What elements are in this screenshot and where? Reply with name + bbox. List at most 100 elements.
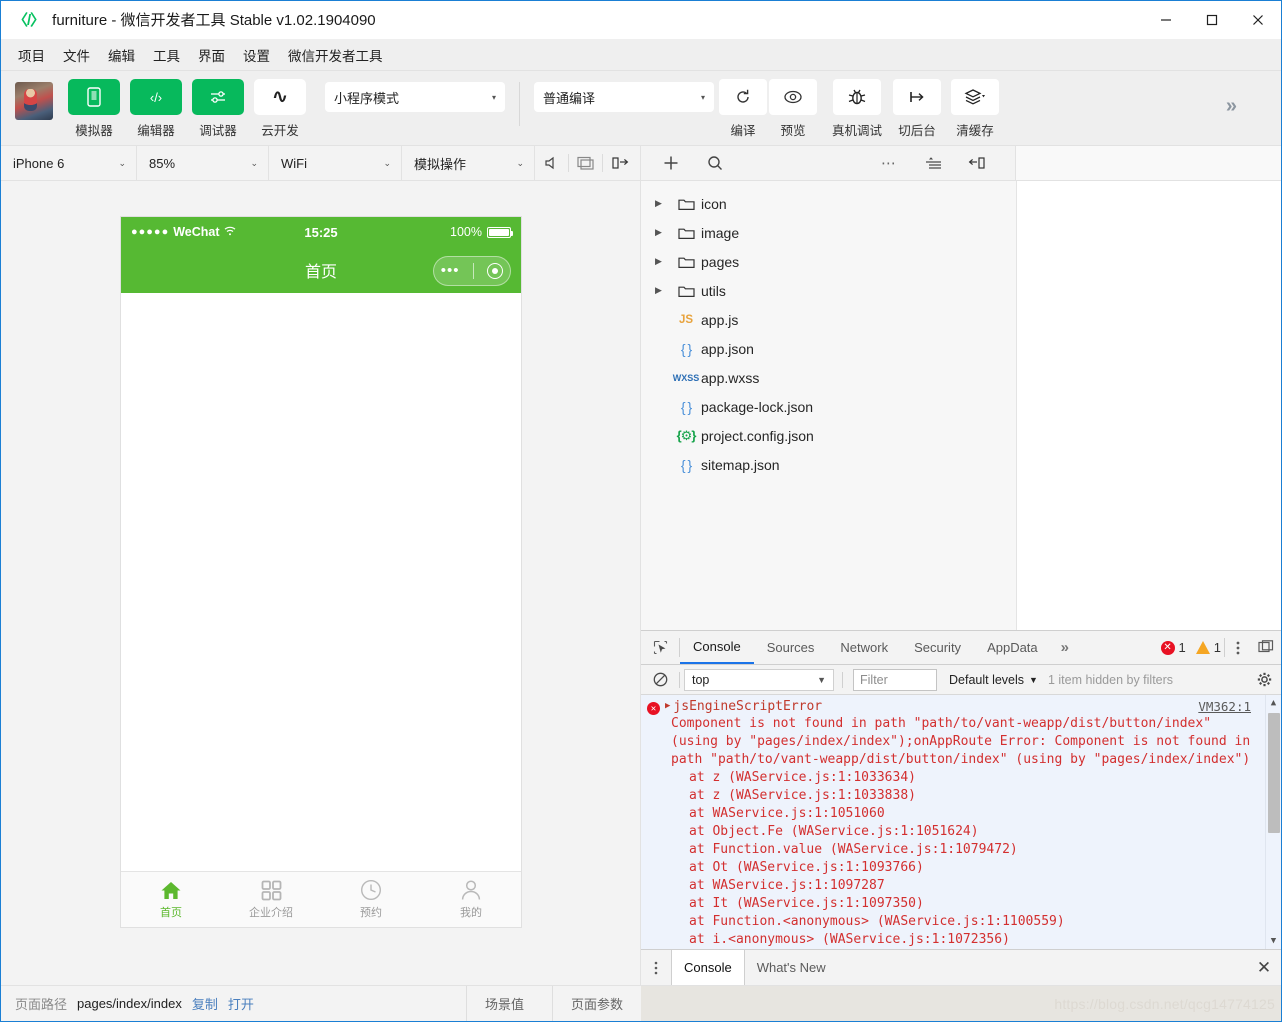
tab-sources[interactable]: Sources <box>754 631 828 664</box>
console-levels-select[interactable]: Default levels ▼ <box>949 673 1038 687</box>
simulator-button[interactable]: 模拟器 <box>67 79 121 139</box>
menu-item-tools[interactable]: 工具 <box>144 40 189 70</box>
kebab-menu-icon[interactable] <box>1225 631 1251 664</box>
inspect-element-icon[interactable] <box>641 631 679 664</box>
toolbar-overflow-icon[interactable]: » <box>1226 95 1237 118</box>
chevron-right-icon[interactable]: ▶ <box>655 285 671 296</box>
console-context-select[interactable]: top ▼ <box>684 668 834 691</box>
simulate-action-select[interactable]: 模拟操作 ⌄ <box>402 145 535 181</box>
tree-file-app-js[interactable]: JS app.js <box>641 305 1016 334</box>
editor-button[interactable]: ‹/› 编辑器 <box>129 79 183 139</box>
tree-file-app-json[interactable]: { } app.json <box>641 334 1016 363</box>
tree-file-app-wxss[interactable]: WXSS app.wxss <box>641 363 1016 392</box>
console-output[interactable]: ✕ ▶ jsEngineScriptError VM362:1 Componen… <box>641 695 1281 949</box>
minimize-button[interactable] <box>1143 1 1189 39</box>
drawer-tab-console[interactable]: Console <box>671 950 745 985</box>
compile-select[interactable]: 普通编译 ▾ <box>534 82 714 112</box>
cloud-dev-button[interactable]: ∿ 云开发 <box>253 79 307 139</box>
file-tree: ▶ icon ▶ image ▶ pages ▶ utils JS app.js… <box>641 181 1017 630</box>
close-icon[interactable]: ✕ <box>1247 950 1281 985</box>
menu-item-ui[interactable]: 界面 <box>189 40 234 70</box>
chevron-right-icon[interactable]: ▶ <box>655 227 671 238</box>
tree-file-sitemap[interactable]: { } sitemap.json <box>641 450 1016 479</box>
scroll-down-icon[interactable]: ▼ <box>1266 933 1281 949</box>
devtools-overflow-icon[interactable]: » <box>1051 631 1079 664</box>
main-body: iPhone 6 ⌄ 85% ⌄ WiFi ⌄ 模拟操作 ⌄ ●●●●● WeC… <box>1 145 1281 985</box>
chevron-right-icon[interactable]: ▶ <box>655 198 671 209</box>
console-error-header[interactable]: ✕ ▶ jsEngineScriptError VM362:1 <box>641 695 1281 715</box>
tab-mine[interactable]: 我的 <box>421 872 521 927</box>
page-params-button[interactable]: 页面参数 <box>551 986 641 1021</box>
maximize-button[interactable] <box>1189 1 1235 39</box>
user-avatar[interactable] <box>15 82 53 120</box>
background-button[interactable]: 切后台 <box>888 79 946 139</box>
wxss-file-icon: WXSS <box>671 373 701 383</box>
add-file-icon[interactable] <box>649 146 693 181</box>
tab-console[interactable]: Console <box>680 631 754 664</box>
tree-file-project-config[interactable]: {⚙} project.config.json <box>641 421 1016 450</box>
network-select[interactable]: WiFi ⌄ <box>269 145 402 181</box>
close-button[interactable] <box>1235 1 1281 39</box>
gear-icon[interactable] <box>1247 672 1281 687</box>
drawer-tab-whats-new[interactable]: What's New <box>745 950 838 985</box>
tree-item-label: sitemap.json <box>701 456 780 473</box>
menu-item-settings[interactable]: 设置 <box>234 40 279 70</box>
tree-folder-pages[interactable]: ▶ pages <box>641 247 1016 276</box>
compile-button[interactable]: 编译 <box>718 79 768 139</box>
tab-security[interactable]: Security <box>901 631 974 664</box>
zoom-select[interactable]: 85% ⌄ <box>137 145 269 181</box>
json-file-icon: { } <box>671 341 701 357</box>
menu-item-file[interactable]: 文件 <box>54 40 99 70</box>
collapse-panel-icon[interactable] <box>955 146 999 181</box>
chevron-down-icon: ⌄ <box>383 157 391 168</box>
clear-console-icon[interactable] <box>641 672 679 687</box>
scrollbar-thumb[interactable] <box>1268 713 1280 833</box>
tab-home[interactable]: 首页 <box>121 872 221 927</box>
tab-appdata[interactable]: AppData <box>974 631 1051 664</box>
real-device-debug-button[interactable]: 真机调试 <box>826 79 888 139</box>
device-select[interactable]: iPhone 6 ⌄ <box>1 145 137 181</box>
kebab-menu-icon[interactable] <box>641 950 671 985</box>
devtools-drawer: Console What's New ✕ <box>641 949 1281 985</box>
screen-icon[interactable] <box>569 146 602 181</box>
rotate-right-icon[interactable] <box>603 146 636 181</box>
tab-company[interactable]: 企业介绍 <box>221 872 321 927</box>
target-icon[interactable] <box>487 263 504 279</box>
tree-folder-icon-dir[interactable]: ▶ icon <box>641 189 1016 218</box>
menu-item-project[interactable]: 项目 <box>9 40 54 70</box>
scroll-up-icon[interactable]: ▲ <box>1266 695 1281 711</box>
error-badge[interactable]: ✕ 1 <box>1158 631 1189 664</box>
scene-value-button[interactable]: 场景值 <box>465 986 542 1021</box>
preview-button[interactable]: 预览 <box>768 79 818 139</box>
tree-folder-image[interactable]: ▶ image <box>641 218 1016 247</box>
debugger-button[interactable]: 调试器 <box>191 79 245 139</box>
search-icon[interactable] <box>693 146 737 181</box>
menu-item-edit[interactable]: 编辑 <box>99 40 144 70</box>
expand-triangle-icon[interactable]: ▶ <box>665 701 670 711</box>
tab-mine-label: 我的 <box>460 907 482 919</box>
chevron-right-icon[interactable]: ▶ <box>655 256 671 267</box>
mode-select[interactable]: 小程序模式 ▾ <box>325 82 505 112</box>
tab-booking[interactable]: 预约 <box>321 872 421 927</box>
copy-path-link[interactable]: 复制 <box>192 994 218 1013</box>
tree-file-package-lock[interactable]: { } package-lock.json <box>641 392 1016 421</box>
json-file-icon: { } <box>671 399 701 415</box>
watermark: https://blog.csdn.net/qcg14774125 <box>1054 995 1275 1012</box>
clear-cache-button[interactable]: 清缓存 <box>946 79 1004 139</box>
more-icon[interactable]: ⋯ <box>867 146 911 181</box>
console-filter-placeholder: Filter <box>860 672 888 687</box>
wechat-capsule[interactable]: ••• <box>433 256 511 286</box>
console-source-link[interactable]: VM362:1 <box>1198 699 1251 714</box>
collapse-all-icon[interactable] <box>911 146 955 181</box>
volume-icon[interactable] <box>535 146 568 181</box>
tab-network[interactable]: Network <box>827 631 901 664</box>
console-filter-input[interactable]: Filter <box>853 668 937 691</box>
chevron-down-icon: ▾ <box>700 92 705 102</box>
warning-count: 1 <box>1213 640 1221 655</box>
warning-badge[interactable]: 1 <box>1193 631 1224 664</box>
dock-panel-icon[interactable] <box>1251 631 1281 664</box>
tree-folder-utils[interactable]: ▶ utils <box>641 276 1016 305</box>
console-scrollbar[interactable]: ▲ ▼ <box>1265 695 1281 949</box>
menu-item-devtools[interactable]: 微信开发者工具 <box>279 40 392 70</box>
open-path-link[interactable]: 打开 <box>228 994 254 1013</box>
